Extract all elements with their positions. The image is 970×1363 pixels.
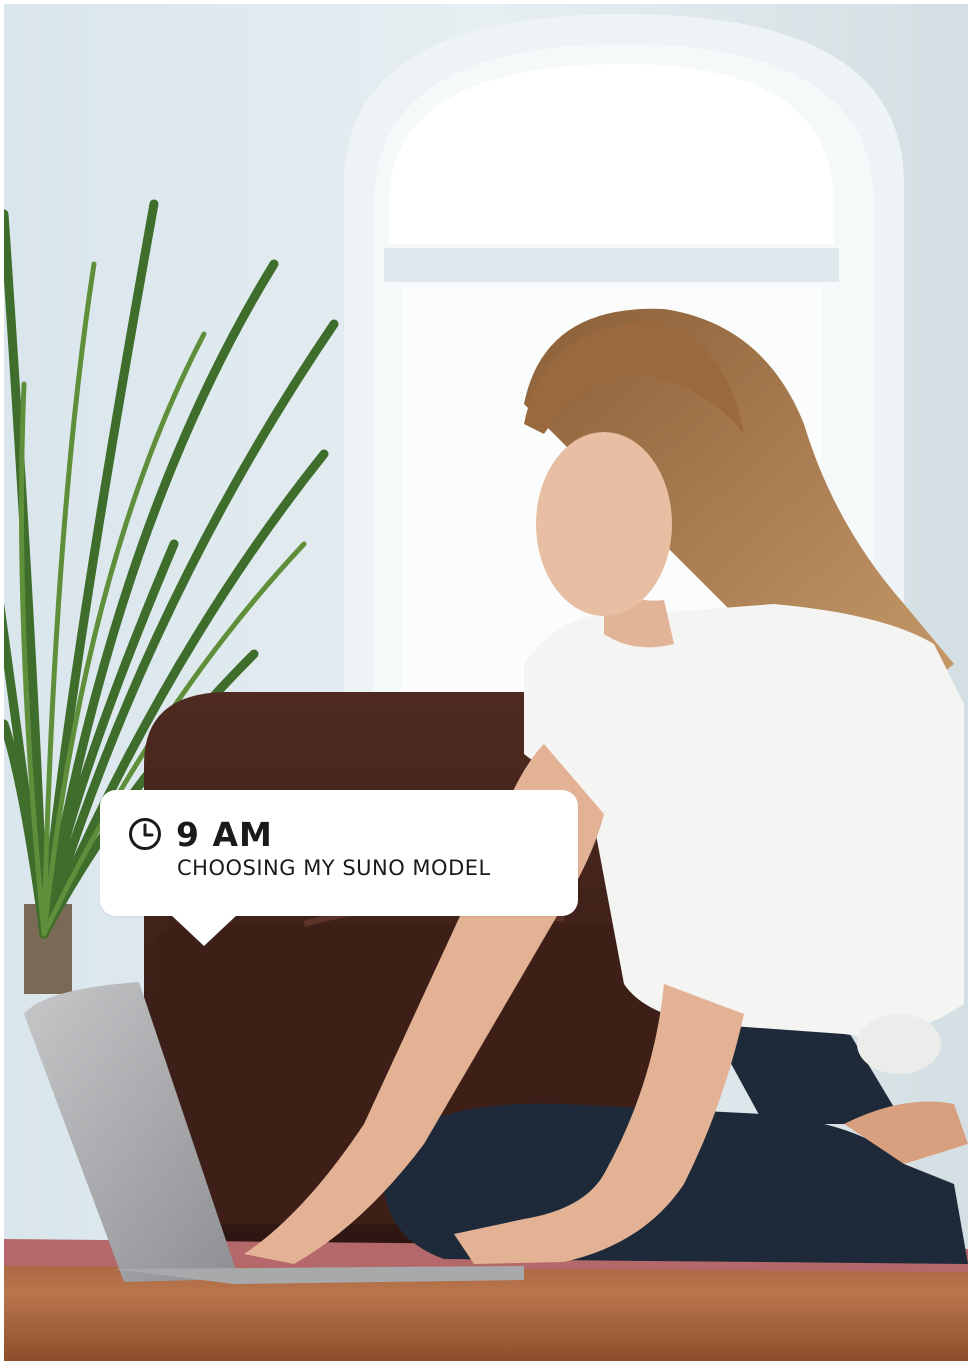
time-callout-bubble: 9 AM CHOOSING MY SUNO MODEL [100, 790, 578, 946]
clock-icon [129, 818, 161, 850]
caption-text: CHOOSING MY SUNO MODEL [177, 856, 491, 880]
time-row: 9 AM [128, 812, 273, 856]
photo-page: 9 AM CHOOSING MY SUNO MODEL [0, 0, 970, 1363]
background-photo [4, 4, 968, 1361]
time-label: 9 AM [176, 814, 273, 854]
